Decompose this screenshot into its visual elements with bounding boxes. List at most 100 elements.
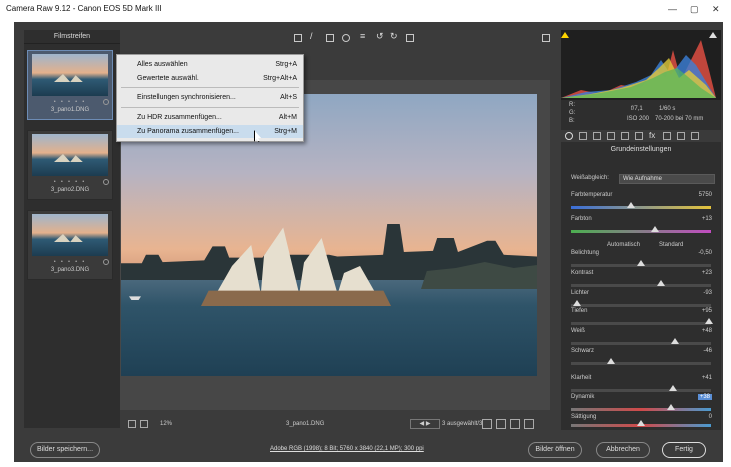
open-images-button[interactable]: Bilder öffnen	[528, 442, 582, 458]
menu-item-label: Einstellungen synchronisieren...	[137, 94, 236, 101]
menu-item-label: Zu Panorama zusammenfügen...	[137, 128, 239, 135]
presets-tab-icon[interactable]	[677, 132, 685, 140]
preferences-icon[interactable]: ≡	[360, 31, 368, 41]
workflow-options-link[interactable]: Adobe RGB (1998); 8 Bit; 5760 x 3840 (22…	[270, 446, 424, 452]
redeye-tool-icon[interactable]	[294, 34, 302, 42]
effects-tab-icon[interactable]: fx	[649, 131, 655, 140]
slider-value[interactable]: +38	[697, 394, 712, 400]
zoom-level[interactable]: 12%	[160, 421, 172, 427]
filmstrip-thumb-1[interactable]: • • • • • 3_pano1.DNG	[27, 50, 113, 120]
menu-item-merge-panorama[interactable]: Zu Panorama zusammenfügen... Strg+M	[117, 125, 303, 138]
tone-curve-tab-icon[interactable]	[579, 132, 587, 140]
slider-knob[interactable]	[573, 300, 581, 306]
rating-stars[interactable]: • • • • •	[28, 259, 112, 265]
done-button[interactable]: Fertig	[662, 442, 706, 458]
fullscreen-icon[interactable]	[542, 34, 550, 42]
split-toning-tab-icon[interactable]	[621, 132, 629, 140]
slider-knob[interactable]	[669, 385, 677, 391]
white-balance-label: Weißabgleich:	[571, 175, 609, 181]
menu-item-label: Gewertete auswähl.	[137, 75, 199, 82]
slider-knob[interactable]	[637, 420, 645, 426]
camera-calibration-tab-icon[interactable]	[663, 132, 671, 140]
camera-raw-dialog: Filmstreifen • • • • • 3_pano1.DNG • • •…	[14, 22, 723, 462]
slider-knob[interactable]	[705, 318, 713, 324]
histogram-graph	[561, 32, 717, 98]
slider-value[interactable]: 0	[709, 414, 712, 420]
basic-tab-icon[interactable]	[565, 132, 573, 140]
view-swap-icon[interactable]	[510, 419, 520, 429]
view-copy-icon[interactable]	[524, 419, 534, 429]
save-images-button[interactable]: Bilder speichern...	[30, 442, 100, 458]
slider-label: Schwarz	[571, 348, 595, 354]
zoom-out-icon[interactable]	[128, 420, 136, 428]
filmstrip-thumb-2[interactable]: • • • • • 3_pano2.DNG	[27, 130, 113, 200]
slider-track	[571, 206, 711, 209]
menu-separator	[121, 87, 299, 88]
auto-button[interactable]: Automatisch	[607, 242, 640, 248]
radial-filter-icon[interactable]	[342, 34, 350, 42]
close-icon[interactable]: ✕	[712, 4, 720, 15]
slider-knob[interactable]	[671, 338, 679, 344]
highlight-clip-icon	[709, 32, 717, 38]
slider-temperature[interactable]: Farbtemperatur 5750	[571, 192, 716, 216]
menu-item-merge-hdr[interactable]: Zu HDR zusammenfügen... Alt+M	[117, 111, 303, 124]
slider-label: Kontrast	[571, 270, 594, 276]
hsl-tab-icon[interactable]	[607, 132, 615, 140]
zoom-in-icon[interactable]	[140, 420, 148, 428]
slider-knob[interactable]	[657, 280, 665, 286]
slider-knob[interactable]	[651, 226, 659, 232]
white-balance-select[interactable]: Wie Aufnahme	[619, 174, 715, 184]
lens-tab-icon[interactable]	[635, 132, 643, 140]
flag-icon[interactable]	[103, 99, 109, 105]
slider-value[interactable]: -46	[703, 348, 712, 354]
flag-icon[interactable]	[103, 259, 109, 265]
menu-item-shortcut: Strg+M	[274, 128, 297, 135]
prev-next-buttons[interactable]: ◀ ▶	[410, 419, 440, 429]
camera-info: R: G: B: f/7,1 1/60 s ISO 200 70-200 bei…	[561, 100, 721, 128]
slider-value[interactable]: -93	[703, 290, 712, 296]
slider-label: Farbton	[571, 216, 592, 222]
brush-tool-icon[interactable]: /	[310, 31, 318, 41]
view-y-icon[interactable]	[482, 419, 492, 429]
minimize-icon[interactable]: —	[668, 4, 677, 14]
cancel-button[interactable]: Abbrechen	[596, 442, 650, 458]
panel-title: Grundeinstellungen	[610, 146, 672, 153]
slider-blacks[interactable]: Schwarz -46	[571, 348, 716, 372]
slider-value[interactable]: +13	[702, 216, 712, 222]
preview-status-bar: 12% 3_pano1.DNG ◀ ▶ 3 ausgewählt/3	[120, 418, 550, 432]
menu-item-select-rated[interactable]: Gewertete auswähl. Strg+Alt+A	[117, 72, 303, 85]
selection-count: 3 ausgewählt/3	[442, 421, 483, 427]
slider-value[interactable]: +23	[702, 270, 712, 276]
slider-knob[interactable]	[667, 404, 675, 410]
maximize-icon[interactable]: ▢	[690, 4, 699, 15]
rating-stars[interactable]: • • • • •	[28, 179, 112, 185]
slider-value[interactable]: +48	[702, 328, 712, 334]
rotate-right-icon[interactable]: ↻	[390, 31, 398, 41]
filmstrip-thumb-3[interactable]: • • • • • 3_pano3.DNG	[27, 210, 113, 280]
menu-item-select-all[interactable]: Alles auswählen Strg+A	[117, 58, 303, 71]
view-split-icon[interactable]	[496, 419, 506, 429]
slider-label: Sättigung	[571, 414, 597, 420]
slider-saturation[interactable]: Sättigung 0	[571, 414, 716, 430]
slider-track	[571, 408, 711, 411]
thumb-filename: 3_pano2.DNG	[50, 187, 90, 193]
default-button[interactable]: Standard	[659, 242, 683, 248]
slider-label: Lichter	[571, 290, 590, 296]
slider-tint[interactable]: Farbton +13	[571, 216, 716, 240]
flag-icon[interactable]	[103, 179, 109, 185]
slider-knob[interactable]	[637, 260, 645, 266]
slider-value[interactable]: +95	[702, 308, 712, 314]
trash-icon[interactable]	[406, 34, 414, 42]
current-filename: 3_pano1.DNG	[286, 421, 325, 427]
slider-knob[interactable]	[607, 358, 615, 364]
menu-item-sync-settings[interactable]: Einstellungen synchronisieren... Alt+S	[117, 91, 303, 104]
rating-stars[interactable]: • • • • •	[28, 99, 112, 105]
rotate-left-icon[interactable]: ↺	[376, 31, 384, 41]
snapshots-tab-icon[interactable]	[691, 132, 699, 140]
slider-value[interactable]: +41	[702, 375, 712, 381]
detail-tab-icon[interactable]	[593, 132, 601, 140]
slider-value[interactable]: 5750	[699, 192, 712, 198]
graduated-filter-icon[interactable]	[326, 34, 334, 42]
slider-value[interactable]: -0,50	[698, 250, 712, 256]
slider-knob[interactable]	[627, 202, 635, 208]
